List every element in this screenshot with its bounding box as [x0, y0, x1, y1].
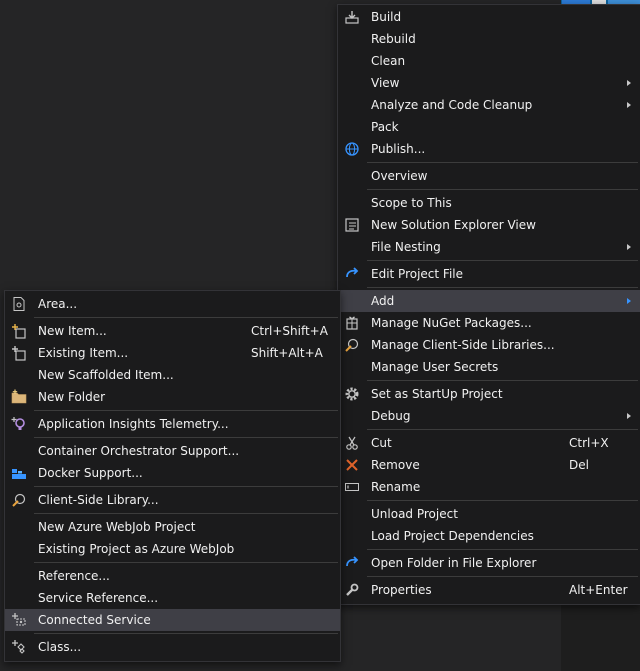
menu-item-publish[interactable]: Publish... [338, 138, 640, 160]
menu-separator [367, 429, 638, 430]
menu-separator [34, 562, 338, 563]
project-context-menu: Build Rebuild Clean View Analyze and Cod… [337, 4, 640, 605]
menu-item-manage-nuget[interactable]: Manage NuGet Packages... [338, 312, 640, 334]
menu-separator [367, 287, 638, 288]
menu-item-new-solution-explorer-view[interactable]: New Solution Explorer View [338, 214, 640, 236]
menu-item-client-side-library[interactable]: Client-Side Library... [5, 489, 340, 511]
new-item-icon [12, 324, 26, 339]
scissors-icon [346, 436, 358, 450]
menu-item-scope-to-this[interactable]: Scope to This [338, 192, 640, 214]
build-icon [345, 11, 359, 24]
menu-item-manage-user-secrets[interactable]: Manage User Secrets [338, 356, 640, 378]
menu-item-app-insights[interactable]: Application Insights Telemetry... [5, 413, 340, 435]
menu-separator [34, 513, 338, 514]
client-library-icon [12, 493, 26, 507]
menu-item-new-scaffolded-item[interactable]: New Scaffolded Item... [5, 364, 340, 386]
menu-item-new-folder[interactable]: New Folder [5, 386, 340, 408]
menu-item-existing-project-webjob[interactable]: Existing Project as Azure WebJob [5, 538, 340, 560]
menu-separator [34, 437, 338, 438]
menu-separator [34, 486, 338, 487]
menu-item-view[interactable]: View [338, 72, 640, 94]
submenu-arrow-icon [627, 102, 631, 108]
menu-separator [367, 189, 638, 190]
menu-item-container-orchestrator[interactable]: Container Orchestrator Support... [5, 440, 340, 462]
menu-separator [367, 576, 638, 577]
menu-separator [34, 410, 338, 411]
menu-item-build[interactable]: Build [338, 6, 640, 28]
menu-item-connected-service[interactable]: Connected Service [5, 609, 340, 631]
menu-separator [34, 633, 338, 634]
menu-item-open-folder[interactable]: Open Folder in File Explorer [338, 552, 640, 574]
menu-item-set-startup[interactable]: Set as StartUp Project [338, 383, 640, 405]
menu-item-rename[interactable]: Rename [338, 476, 640, 498]
menu-item-class[interactable]: Class... [5, 636, 340, 658]
docker-icon [12, 469, 26, 479]
submenu-arrow-icon [627, 80, 631, 86]
refresh-arrow-icon [346, 556, 359, 567]
menu-separator [367, 500, 638, 501]
menu-item-area[interactable]: Area... [5, 293, 340, 315]
menu-separator [367, 162, 638, 163]
menu-item-add[interactable]: Add [338, 290, 640, 312]
menu-item-clean[interactable]: Clean [338, 50, 640, 72]
submenu-arrow-icon [627, 298, 631, 304]
menu-item-docker-support[interactable]: Docker Support... [5, 462, 340, 484]
client-library-icon [345, 338, 359, 352]
menu-separator [367, 380, 638, 381]
globe-icon [345, 142, 359, 156]
submenu-arrow-icon [627, 244, 631, 250]
menu-item-new-azure-webjob[interactable]: New Azure WebJob Project [5, 516, 340, 538]
submenu-arrow-icon [627, 413, 631, 419]
menu-separator [34, 317, 338, 318]
menu-item-service-reference[interactable]: Service Reference... [5, 587, 340, 609]
gear-icon [345, 387, 359, 401]
menu-separator [367, 549, 638, 550]
menu-item-new-item[interactable]: New Item... Ctrl+Shift+A [5, 320, 340, 342]
connected-service-icon [12, 613, 26, 626]
menu-item-properties[interactable]: Properties Alt+Enter [338, 579, 640, 601]
wrench-icon [346, 583, 359, 596]
folder-icon [11, 389, 27, 404]
menu-item-reference[interactable]: Reference... [5, 565, 340, 587]
add-submenu: Area... New Item... Ctrl+Shift+A Existin… [4, 290, 341, 662]
existing-item-icon [12, 346, 26, 361]
menu-item-edit-project-file[interactable]: Edit Project File [338, 263, 640, 285]
menu-separator [367, 260, 638, 261]
menu-item-remove[interactable]: Remove Del [338, 454, 640, 476]
menu-item-debug[interactable]: Debug [338, 405, 640, 427]
rename-icon [345, 483, 359, 491]
menu-item-pack[interactable]: Pack [338, 116, 640, 138]
solution-explorer-icon [345, 218, 359, 232]
refresh-arrow-icon [346, 267, 359, 278]
menu-item-load-project-dependencies[interactable]: Load Project Dependencies [338, 525, 640, 547]
nuget-package-icon [346, 316, 358, 330]
menu-item-overview[interactable]: Overview [338, 165, 640, 187]
menu-item-analyze[interactable]: Analyze and Code Cleanup [338, 94, 640, 116]
menu-item-rebuild[interactable]: Rebuild [338, 28, 640, 50]
lightbulb-icon [11, 417, 25, 430]
menu-item-unload-project[interactable]: Unload Project [338, 503, 640, 525]
menu-item-manage-client-side-libraries[interactable]: Manage Client-Side Libraries... [338, 334, 640, 356]
menu-item-existing-item[interactable]: Existing Item... Shift+Alt+A [5, 342, 340, 364]
menu-item-cut[interactable]: Cut Ctrl+X [338, 432, 640, 454]
menu-item-file-nesting[interactable]: File Nesting [338, 236, 640, 258]
class-icon [12, 640, 25, 654]
area-icon [13, 297, 25, 311]
close-icon [346, 459, 358, 471]
